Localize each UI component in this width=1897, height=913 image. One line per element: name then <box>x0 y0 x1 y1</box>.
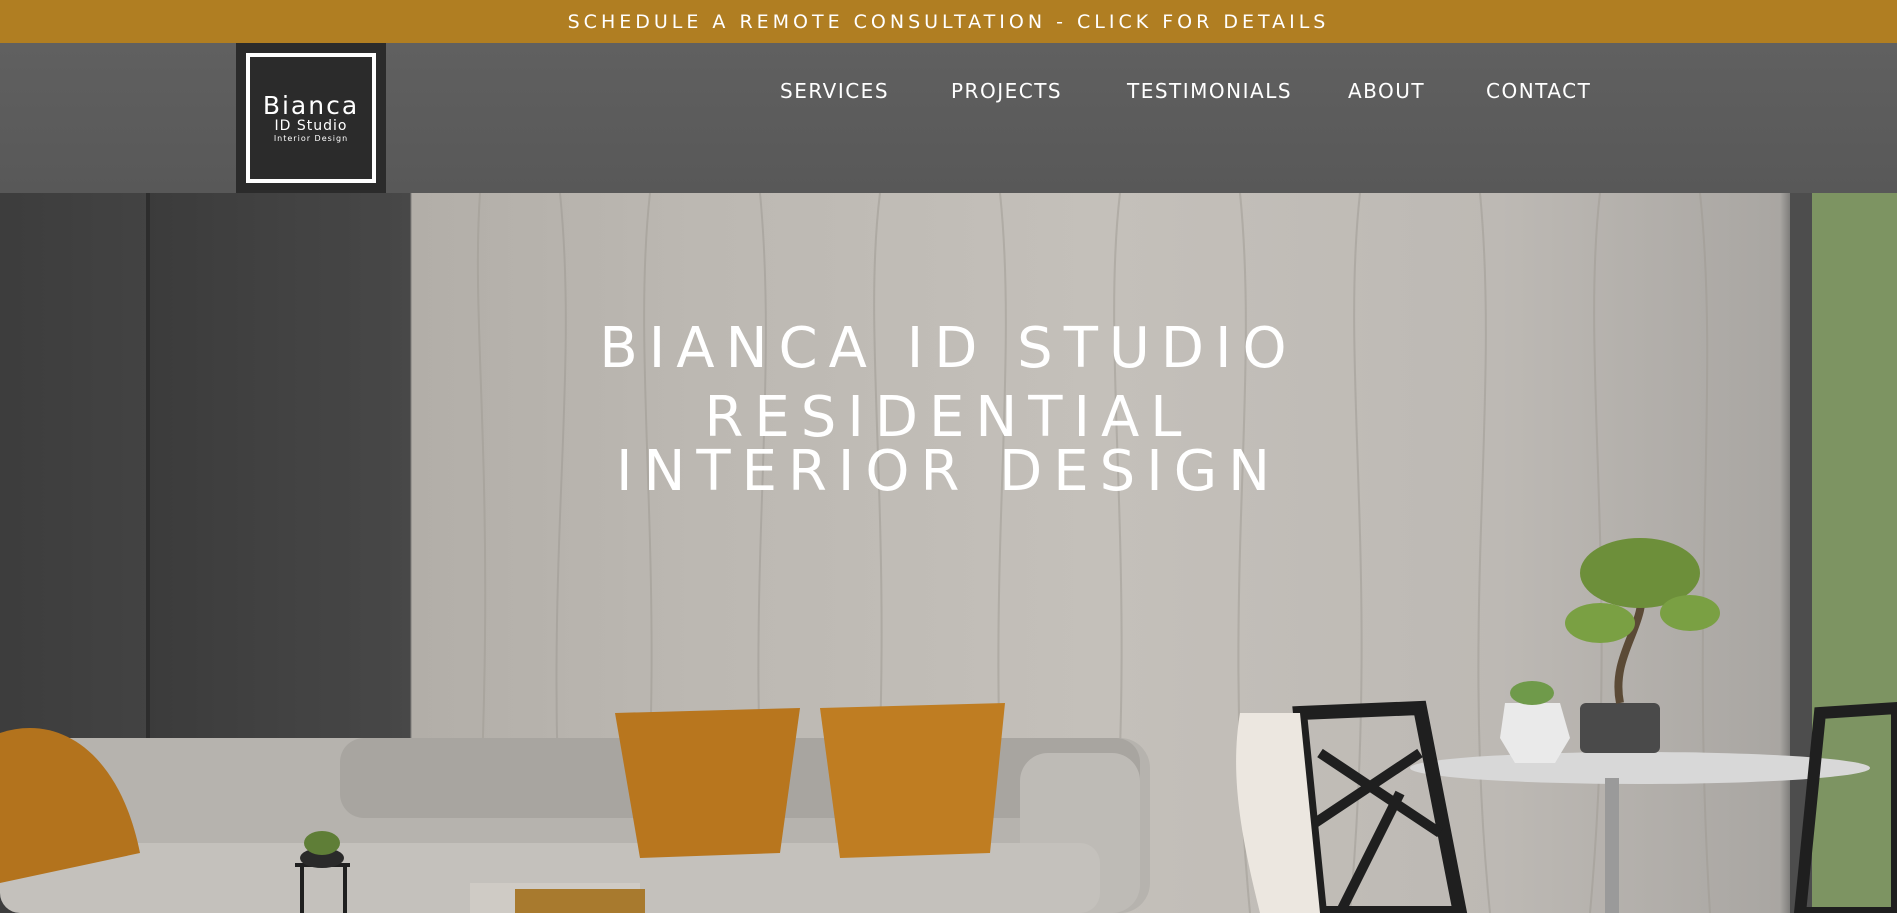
announcement-bar[interactable]: SCHEDULE A REMOTE CONSULTATION - CLICK F… <box>0 0 1897 43</box>
hero-subtitle-line1: RESIDENTIAL <box>704 385 1193 450</box>
nav-about[interactable]: ABOUT <box>1348 79 1425 103</box>
hero-title: BIANCA ID STUDIO <box>599 316 1298 381</box>
announcement-text[interactable]: SCHEDULE A REMOTE CONSULTATION - CLICK F… <box>568 11 1330 33</box>
nav-testimonials[interactable]: TESTIMONIALS <box>1127 79 1292 103</box>
nav-services[interactable]: SERVICES <box>780 79 889 103</box>
main-nav: SERVICES PROJECTS TESTIMONIALS ABOUT CON… <box>0 43 1897 139</box>
site-header: Bianca ID Studio Interior Design SERVICE… <box>0 43 1897 193</box>
hero-subtitle-line2: INTERIOR DESIGN <box>615 439 1282 504</box>
hero-banner: BIANCA ID STUDIO RESIDENTIAL INTERIOR DE… <box>0 193 1897 913</box>
nav-contact[interactable]: CONTACT <box>1486 79 1591 103</box>
hero-image <box>0 193 1897 913</box>
nav-projects[interactable]: PROJECTS <box>951 79 1062 103</box>
